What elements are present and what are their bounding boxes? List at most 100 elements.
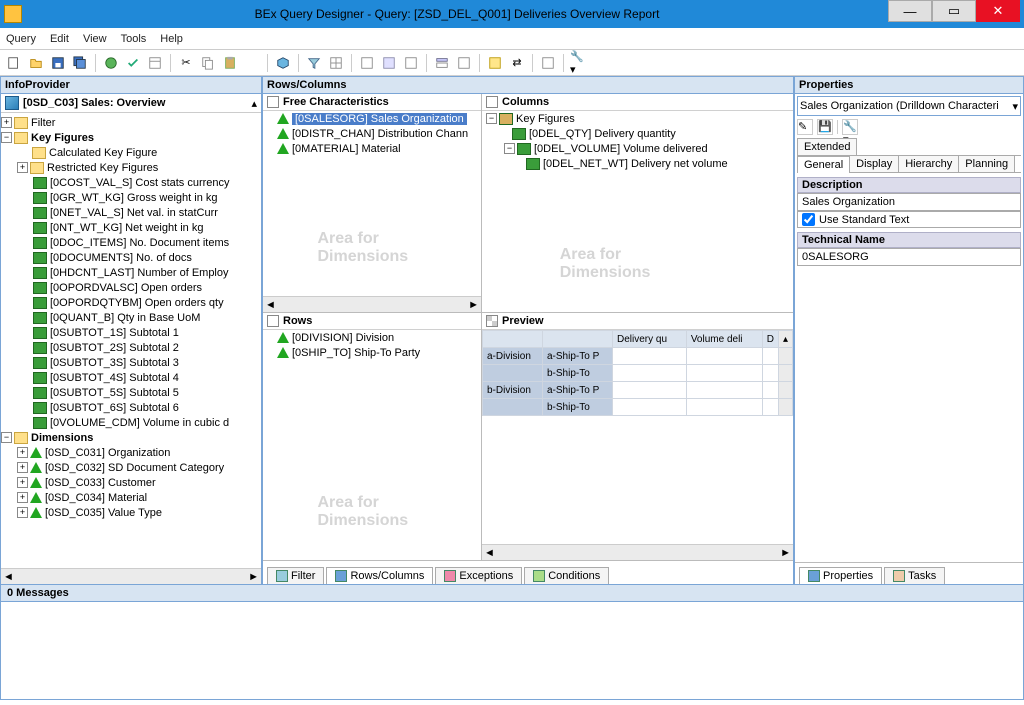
tree-keyfigures[interactable]: Key Figures	[31, 132, 94, 144]
col-item-delvol[interactable]: [0DEL_VOLUME] Volume delivered	[534, 143, 708, 155]
tab-filter[interactable]: Filter	[267, 567, 324, 584]
tb-icon-4[interactable]	[432, 53, 452, 73]
cube-icon[interactable]	[273, 53, 293, 73]
infoprovider-hscroll[interactable]: ◄►	[1, 568, 261, 584]
tree-kf-item[interactable]: [0SUBTOT_6S] Subtotal 6	[1, 400, 261, 415]
ptab-hierarchy[interactable]: Hierarchy	[898, 155, 959, 172]
tree-kf-item[interactable]: [0DOCUMENTS] No. of docs	[1, 250, 261, 265]
tree-kf-item[interactable]: [0SUBTOT_3S] Subtotal 3	[1, 355, 261, 370]
tree-kf-item[interactable]: [0SUBTOT_1S] Subtotal 1	[1, 325, 261, 340]
saveall-icon[interactable]	[70, 53, 90, 73]
tab-conditions[interactable]: Conditions	[524, 567, 609, 584]
execute-icon[interactable]	[101, 53, 121, 73]
messages-panel: 0 Messages	[0, 585, 1024, 700]
free-item-salesorg[interactable]: [0SALESORG] Sales Organization	[292, 113, 467, 125]
save-icon[interactable]: 💾	[817, 119, 833, 135]
ptab-general[interactable]: General	[797, 156, 850, 173]
cells-icon[interactable]	[326, 53, 346, 73]
free-item-distrchan[interactable]: [0DISTR_CHAN] Distribution Chann	[292, 128, 468, 140]
tree-kf-item[interactable]: [0NT_WT_KG] Net weight in kg	[1, 220, 261, 235]
tb-icon-6[interactable]	[485, 53, 505, 73]
kf-icon	[33, 372, 47, 384]
cut-icon[interactable]: ✂	[176, 53, 196, 73]
ptab-planning[interactable]: Planning	[958, 155, 1015, 172]
tree-filter[interactable]: Filter	[31, 117, 55, 129]
tree-dim-item[interactable]: +[0SD_C032] SD Document Category	[1, 460, 261, 475]
menu-tools[interactable]: Tools	[121, 33, 147, 45]
col-item-delqty[interactable]: [0DEL_QTY] Delivery quantity	[529, 128, 676, 140]
menu-edit[interactable]: Edit	[50, 33, 69, 45]
tb-icon-9[interactable]: 🔧▾	[569, 53, 589, 73]
open-icon[interactable]	[26, 53, 46, 73]
check-icon[interactable]	[123, 53, 143, 73]
infoprovider-panel: InfoProvider [0SD_C03] Sales: Overview ▴…	[0, 76, 262, 585]
tree-kf-item[interactable]: [0GR_WT_KG] Gross weight in kg	[1, 190, 261, 205]
infoprovider-tree[interactable]: +Filter −Key Figures Calculated Key Figu…	[1, 113, 261, 568]
tb-icon-8[interactable]	[538, 53, 558, 73]
tree-kf-item[interactable]: [0SUBTOT_5S] Subtotal 5	[1, 385, 261, 400]
properties-combo[interactable]: Sales Organization (Drilldown Characteri…	[797, 96, 1021, 116]
columns-body[interactable]: −Key Figures [0DEL_QTY] Delivery quantit…	[482, 111, 793, 312]
center-bottom-tabs: Filter Rows/Columns Exceptions Condition…	[263, 560, 793, 584]
tree-dim-item[interactable]: +[0SD_C035] Value Type	[1, 505, 261, 520]
save-icon[interactable]	[48, 53, 68, 73]
ptab-display[interactable]: Display	[849, 155, 899, 172]
tb-icon-2[interactable]	[379, 53, 399, 73]
tree-kf-item[interactable]: [0OPORDVALSC] Open orders	[1, 280, 261, 295]
bottom-tab-properties[interactable]: Properties	[799, 567, 882, 584]
filter-icon[interactable]	[304, 53, 324, 73]
menu-help[interactable]: Help	[160, 33, 183, 45]
ptab-extended[interactable]: Extended	[797, 138, 857, 155]
col-keyfigures[interactable]: Key Figures	[516, 113, 575, 125]
tree-dim-item[interactable]: +[0SD_C031] Organization	[1, 445, 261, 460]
tree-kf-item[interactable]: [0QUANT_B] Qty in Base UoM	[1, 310, 261, 325]
pencil-icon[interactable]: ✎	[797, 119, 813, 135]
paste-icon[interactable]	[220, 53, 240, 73]
minimize-button[interactable]: —	[888, 0, 932, 22]
menu-view[interactable]: View	[83, 33, 107, 45]
rows-body[interactable]: [0DIVISION] Division [0SHIP_TO] Ship-To …	[263, 330, 481, 560]
tree-dimensions[interactable]: Dimensions	[31, 432, 93, 444]
use-standard-text-row[interactable]: Use Standard Text	[797, 211, 1021, 228]
wrench-icon[interactable]: 🔧▾	[842, 119, 858, 135]
tree-calc-kf[interactable]: Calculated Key Figure	[49, 147, 157, 159]
tree-kf-item[interactable]: [0VOLUME_CDM] Volume in cubic d	[1, 415, 261, 430]
tree-kf-item[interactable]: [0COST_VAL_S] Cost stats currency	[1, 175, 261, 190]
tb-icon-3[interactable]	[401, 53, 421, 73]
menu-query[interactable]: Query	[6, 33, 36, 45]
bottom-tab-tasks[interactable]: Tasks	[884, 567, 945, 584]
preview-hscroll[interactable]: ◄►	[482, 544, 793, 560]
props-icon[interactable]	[145, 53, 165, 73]
free-item-material[interactable]: [0MATERIAL] Material	[292, 143, 401, 155]
copy-icon[interactable]	[198, 53, 218, 73]
col-item-delnetwt[interactable]: [0DEL_NET_WT] Delivery net volume	[543, 158, 728, 170]
description-field[interactable]: Sales Organization	[797, 193, 1021, 211]
tree-kf-item[interactable]: [0SUBTOT_4S] Subtotal 4	[1, 370, 261, 385]
tb-icon-5[interactable]	[454, 53, 474, 73]
tree-restr-kf[interactable]: Restricted Key Figures	[47, 162, 158, 174]
free-char-hscroll[interactable]: ◄►	[263, 296, 481, 312]
row-item-shipto[interactable]: [0SHIP_TO] Ship-To Party	[292, 347, 420, 359]
tree-kf-item[interactable]: [0HDCNT_LAST] Number of Employ	[1, 265, 261, 280]
tree-kf-item[interactable]: [0NET_VAL_S] Net val. in statCurr	[1, 205, 261, 220]
close-button[interactable]: ✕	[976, 0, 1020, 22]
new-icon[interactable]	[4, 53, 24, 73]
tb-icon-7[interactable]: ⇄	[507, 53, 527, 73]
description-header: Description	[797, 177, 1021, 193]
use-standard-text-checkbox[interactable]	[802, 213, 815, 226]
tab-rowscols[interactable]: Rows/Columns	[326, 567, 433, 584]
tree-dim-item[interactable]: +[0SD_C033] Customer	[1, 475, 261, 490]
maximize-button[interactable]: ▭	[932, 0, 976, 22]
tab-exceptions[interactable]: Exceptions	[435, 567, 522, 584]
tree-kf-item[interactable]: [0DOC_ITEMS] No. Document items	[1, 235, 261, 250]
preview-body[interactable]: Delivery qu Volume deli D ▴ a-Divisiona-…	[482, 330, 793, 544]
tree-kf-item[interactable]: [0SUBTOT_2S] Subtotal 2	[1, 340, 261, 355]
tb-icon-1[interactable]	[357, 53, 377, 73]
free-char-body[interactable]: [0SALESORG] Sales Organization [0DISTR_C…	[263, 111, 481, 296]
infoprovider-cube-row[interactable]: [0SD_C03] Sales: Overview ▴	[1, 94, 261, 113]
messages-body[interactable]	[1, 602, 1023, 698]
row-item-division[interactable]: [0DIVISION] Division	[292, 332, 394, 344]
technical-name-field: 0SALESORG	[797, 248, 1021, 266]
tree-dim-item[interactable]: +[0SD_C034] Material	[1, 490, 261, 505]
tree-kf-item[interactable]: [0OPORDQTYBM] Open orders qty	[1, 295, 261, 310]
